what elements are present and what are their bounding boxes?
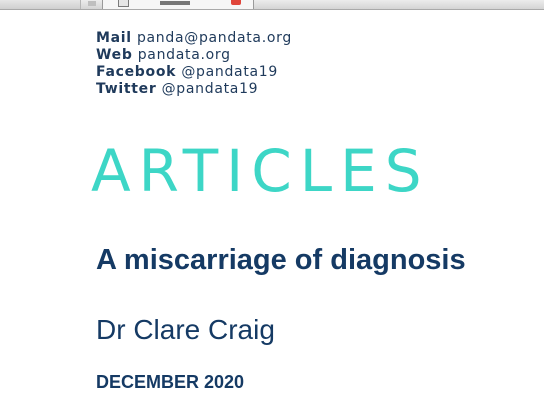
web-label: Web xyxy=(96,47,133,63)
document-page: Mail panda@pandata.org Web pandata.org F… xyxy=(0,10,544,412)
page-icon xyxy=(118,0,129,7)
contact-facebook-row: Facebook @pandata19 xyxy=(96,64,292,81)
mail-label: Mail xyxy=(96,30,132,46)
article-date: DECEMBER 2020 xyxy=(96,372,245,392)
tab-separator-icon xyxy=(88,1,96,6)
contact-web-row: Web pandata.org xyxy=(96,47,292,64)
section-heading: ARTICLES xyxy=(91,137,430,205)
facebook-value[interactable]: @pandata19 xyxy=(181,64,278,80)
browser-tab-bar xyxy=(0,0,544,10)
mail-value[interactable]: panda@pandata.org xyxy=(137,30,292,46)
facebook-label: Facebook xyxy=(96,64,177,80)
contact-mail-row: Mail panda@pandata.org xyxy=(96,30,292,47)
article-author: Dr Clare Craig xyxy=(96,314,275,345)
article-title: A miscarriage of diagnosis xyxy=(96,244,466,276)
close-icon[interactable] xyxy=(231,0,241,5)
tab-bar-background xyxy=(0,0,544,9)
twitter-label: Twitter xyxy=(96,81,157,97)
inactive-tab[interactable] xyxy=(0,0,81,9)
contact-block: Mail panda@pandata.org Web pandata.org F… xyxy=(96,30,292,98)
tab-title xyxy=(160,1,190,5)
contact-twitter-row: Twitter @pandata19 xyxy=(96,81,292,98)
web-value[interactable]: pandata.org xyxy=(138,47,231,63)
twitter-value[interactable]: @pandata19 xyxy=(162,81,259,97)
